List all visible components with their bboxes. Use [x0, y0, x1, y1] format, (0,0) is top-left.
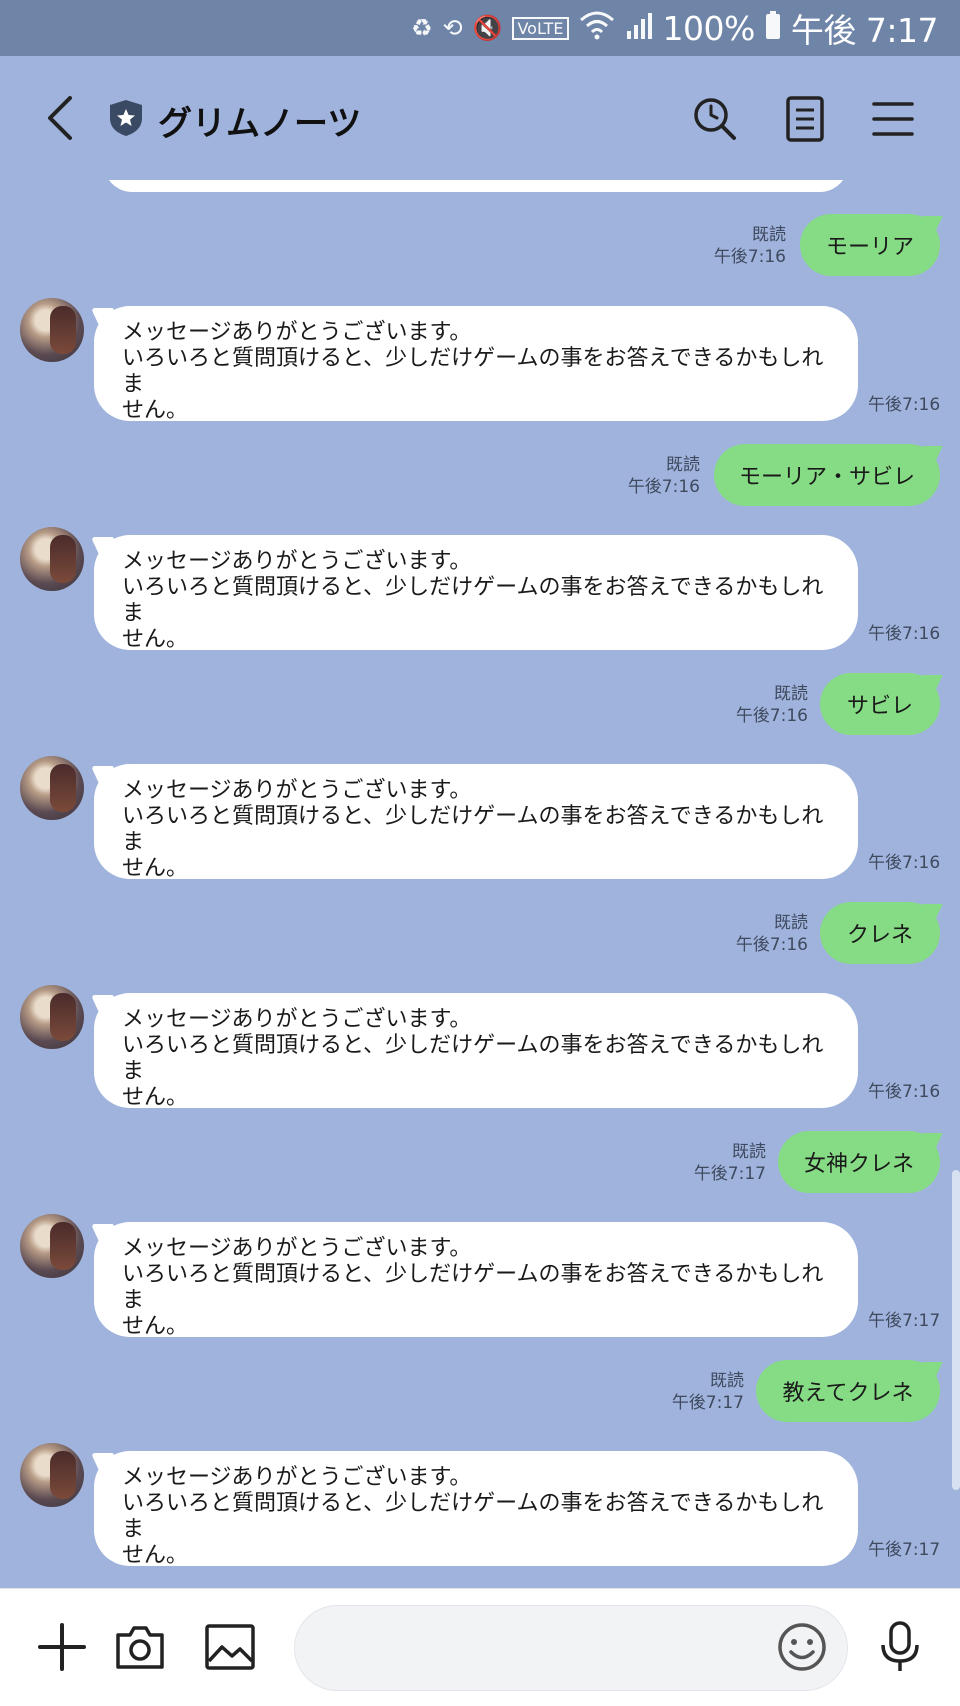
message-time: 午後7:17	[868, 1311, 941, 1331]
chat-title: グリムノーツ	[158, 104, 362, 144]
message-time: 午後7:16	[713, 247, 786, 267]
chat-area[interactable]: 既読 午後7:16 モーリア メッセージありがとうございます。 いろいろと質問頂…	[0, 180, 960, 1588]
message-meta: 既読 午後7:16	[712, 683, 808, 727]
message-time: 午後7:17	[868, 1540, 941, 1560]
outgoing-message[interactable]: 教えてクレネ	[756, 1360, 940, 1422]
incoming-message[interactable]: メッセージありがとうございます。 いろいろと質問頂けると、少しだけゲームの事をお…	[94, 535, 858, 652]
message-time: 午後7:16	[868, 624, 941, 644]
incoming-message[interactable]: メッセージありがとうございます。 いろいろと質問頂けると、少しだけゲームの事をお…	[94, 306, 858, 423]
outgoing-message[interactable]: モーリア・サビレ	[714, 444, 940, 506]
avatar[interactable]	[20, 1214, 84, 1278]
shield-icon	[110, 100, 142, 136]
message-meta: 既読 午後7:17	[648, 1370, 744, 1414]
read-status: 既読	[732, 1142, 766, 1162]
message-time: 午後7:16	[735, 706, 808, 726]
message-input[interactable]	[294, 1605, 848, 1691]
wifi-icon	[579, 10, 615, 46]
scrollbar[interactable]	[952, 1170, 960, 1490]
message-meta: 既読 午後7:16	[712, 912, 808, 956]
partial-message-bubble	[104, 180, 848, 192]
incoming-message[interactable]: メッセージありがとうございます。 いろいろと質問頂けると、少しだけゲームの事をお…	[94, 764, 858, 881]
incoming-message[interactable]: メッセージありがとうございます。 いろいろと質問頂けると、少しだけゲームの事をお…	[94, 1451, 858, 1568]
avatar[interactable]	[20, 1443, 84, 1507]
image-icon[interactable]	[202, 1619, 258, 1675]
volte-icon: VoLTE	[512, 16, 569, 40]
message-time: 午後7:16	[735, 935, 808, 955]
notes-icon[interactable]	[780, 94, 830, 144]
outgoing-message[interactable]: クレネ	[820, 902, 940, 964]
read-status: 既読	[666, 455, 700, 475]
menu-icon[interactable]	[868, 94, 918, 144]
avatar[interactable]	[20, 985, 84, 1049]
input-bar	[0, 1588, 960, 1706]
mute-icon: 🔇	[472, 14, 503, 42]
chat-header: グリムノーツ	[0, 56, 960, 184]
battery-icon	[765, 11, 781, 45]
message-meta: 既読 午後7:17	[670, 1141, 766, 1185]
read-status: 既読	[774, 684, 808, 704]
status-time: 午後 7:17	[790, 11, 939, 50]
battery-saver-icon: ♻	[410, 14, 433, 42]
incoming-message[interactable]: メッセージありがとうございます。 いろいろと質問頂けると、少しだけゲームの事をお…	[94, 1222, 858, 1339]
recycle-icon: ⟲	[442, 14, 463, 42]
camera-icon[interactable]	[112, 1619, 168, 1675]
message-time: 午後7:17	[671, 1393, 744, 1413]
back-icon[interactable]	[40, 94, 80, 142]
emoji-icon[interactable]	[774, 1619, 830, 1675]
mic-icon[interactable]	[872, 1619, 928, 1675]
plus-icon[interactable]	[34, 1619, 90, 1675]
outgoing-message[interactable]: サビレ	[820, 673, 940, 735]
read-status: 既読	[774, 913, 808, 933]
message-time: 午後7:16	[868, 395, 941, 415]
read-status: 既読	[752, 225, 786, 245]
outgoing-message[interactable]: モーリア	[800, 214, 940, 276]
message-time: 午後7:16	[627, 477, 700, 497]
message-meta: 既読 午後7:16	[604, 454, 700, 498]
outgoing-message[interactable]: 女神クレネ	[778, 1131, 940, 1193]
search-icon[interactable]	[690, 94, 740, 144]
message-time: 午後7:17	[693, 1164, 766, 1184]
incoming-message[interactable]: メッセージありがとうございます。 いろいろと質問頂けると、少しだけゲームの事をお…	[94, 993, 858, 1110]
avatar[interactable]	[20, 527, 84, 591]
message-time: 午後7:16	[868, 853, 941, 873]
message-time: 午後7:16	[868, 1082, 941, 1102]
avatar[interactable]	[20, 298, 84, 362]
avatar[interactable]	[20, 756, 84, 820]
status-bar: ♻ ⟲ 🔇 VoLTE 100% 午後 7:17	[0, 0, 960, 56]
signal-icon	[625, 11, 653, 45]
message-meta: 既読 午後7:16	[690, 224, 786, 268]
read-status: 既読	[710, 1371, 744, 1391]
battery-percent: 100%	[662, 8, 756, 48]
